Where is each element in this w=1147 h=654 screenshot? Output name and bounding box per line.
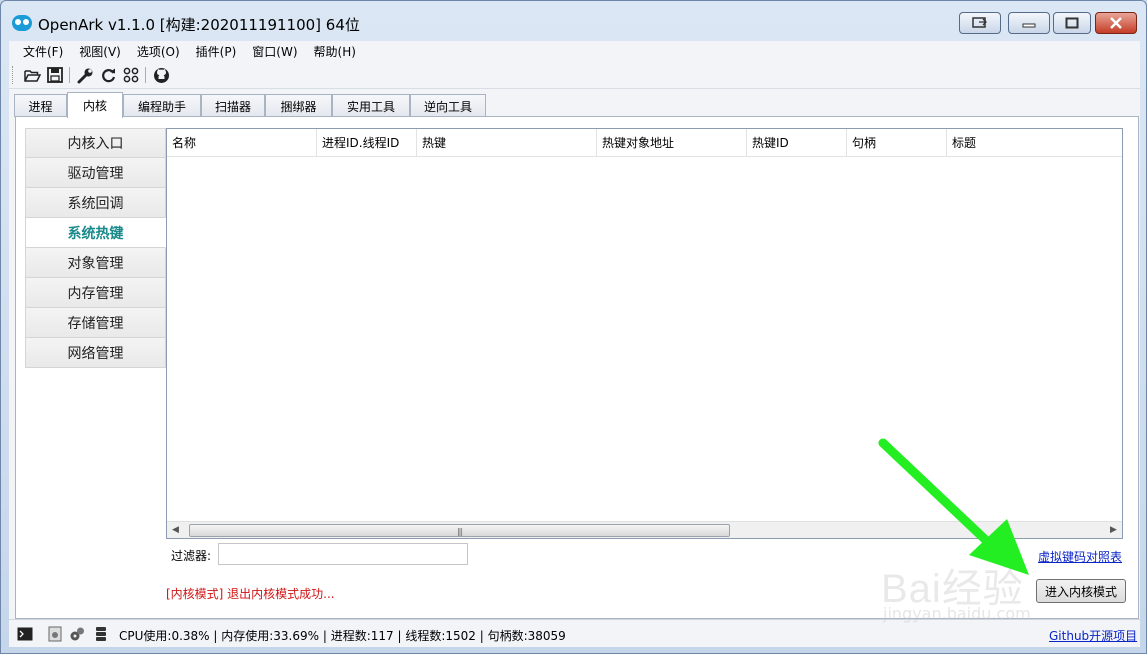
settings-button[interactable]	[47, 626, 63, 642]
settings-button[interactable]	[76, 66, 94, 84]
filter-label: 过滤器:	[171, 549, 212, 563]
github-project-link[interactable]: Github开源项目	[1049, 627, 1137, 644]
side-item-system-callbacks[interactable]: 系统回调	[25, 188, 166, 218]
menu-bar: 文件(F) 视图(V) 选项(O) 插件(P) 窗口(W) 帮助(H)	[9, 41, 1140, 61]
grid-icon	[123, 67, 139, 83]
column-header-hotkey-id[interactable]: 热键ID	[747, 129, 847, 157]
toolbar	[9, 61, 1140, 89]
side-item-network-manager[interactable]: 网络管理	[25, 338, 166, 368]
grid-button[interactable]	[122, 66, 140, 84]
menu-view[interactable]: 视图(V)	[71, 43, 129, 60]
app-logo-icon	[12, 15, 32, 31]
watermark-sub-text: jingyan.baidu.com	[883, 604, 1031, 623]
tab-utilities[interactable]: 实用工具	[332, 94, 410, 117]
grip-icon: |||	[456, 527, 463, 536]
kernel-side-nav: 内核入口 驱动管理 系统回调 系统热键 对象管理 内存管理 存储管理 网络管理	[25, 128, 166, 368]
column-header-title[interactable]: 标题	[947, 129, 1124, 157]
column-header-pid-tid[interactable]: 进程ID.线程ID	[317, 129, 417, 157]
system-stats-text: CPU使用:0.38% | 内存使用:33.69% | 进程数:117 | 线程…	[119, 629, 566, 643]
filter-input[interactable]	[218, 543, 468, 565]
menu-plugins[interactable]: 插件(P)	[188, 43, 245, 60]
column-header-name[interactable]: 名称	[167, 129, 317, 157]
window-title: OpenArk v1.1.0 [构建:202011191100] 64位	[38, 16, 360, 34]
console-icon	[17, 627, 33, 641]
toolbar-separator	[145, 67, 146, 83]
scroll-right-icon[interactable]: ▶	[1105, 522, 1122, 538]
minimize-button[interactable]	[1008, 12, 1050, 34]
menu-file[interactable]: 文件(F)	[15, 43, 71, 60]
open-folder-button[interactable]	[23, 66, 41, 84]
column-header-handle[interactable]: 句柄	[847, 129, 947, 157]
tab-process[interactable]: 进程	[14, 94, 67, 117]
tools-button[interactable]	[69, 626, 85, 642]
scrollbar-thumb[interactable]: |||	[189, 524, 730, 537]
scroll-left-icon[interactable]: ◀	[167, 522, 184, 538]
database-icon	[96, 627, 106, 641]
tab-coding-helper[interactable]: 编程助手	[123, 94, 201, 117]
side-item-kernel-entry[interactable]: 内核入口	[25, 128, 166, 158]
refresh-button[interactable]	[99, 66, 117, 84]
title-bar: OpenArk v1.1.0 [构建:202011191100] 64位	[1, 1, 1146, 41]
column-header-hotkey-object-address[interactable]: 热键对象地址	[597, 129, 747, 157]
side-item-system-hotkeys[interactable]: 系统热键	[25, 218, 166, 248]
storage-button[interactable]	[93, 626, 109, 642]
toolbar-separator	[69, 67, 70, 83]
console-button[interactable]	[17, 626, 33, 642]
maximize-icon	[1065, 17, 1079, 29]
tab-bundler[interactable]: 捆绑器	[265, 94, 332, 117]
toolbar-grip	[12, 66, 15, 84]
file-gear-icon	[48, 626, 62, 642]
close-button[interactable]	[1095, 12, 1137, 34]
menu-help[interactable]: 帮助(H)	[306, 43, 364, 60]
tab-scanner[interactable]: 扫描器	[201, 94, 265, 117]
kernel-status-message: [内核模式] 退出内核模式成功...	[166, 587, 335, 601]
open-folder-icon	[23, 69, 41, 82]
side-item-driver-manager[interactable]: 驱动管理	[25, 158, 166, 188]
restore-icon	[972, 17, 987, 28]
github-button[interactable]	[152, 66, 170, 84]
annotation-arrow-icon	[878, 438, 1029, 575]
tab-kernel[interactable]: 内核	[67, 92, 123, 118]
save-icon	[47, 67, 63, 83]
list-header: 名称 进程ID.线程ID 热键 热键对象地址 热键ID 句柄 标题	[167, 129, 1122, 157]
side-item-memory-manager[interactable]: 内存管理	[25, 278, 166, 308]
tab-reverse-tools[interactable]: 逆向工具	[410, 94, 486, 117]
column-header-hotkey[interactable]: 热键	[417, 129, 597, 157]
side-item-storage-manager[interactable]: 存储管理	[25, 308, 166, 338]
gears-icon	[70, 627, 84, 641]
github-icon	[153, 67, 169, 83]
window-extra-button[interactable]	[959, 12, 1001, 34]
openark-window: OpenArk v1.1.0 [构建:202011191100] 64位 文件(…	[0, 0, 1147, 654]
wrench-icon	[77, 68, 92, 83]
close-icon	[1110, 17, 1122, 29]
maximize-button[interactable]	[1053, 12, 1091, 34]
side-item-object-manager[interactable]: 对象管理	[25, 248, 166, 278]
menu-window[interactable]: 窗口(W)	[244, 43, 305, 60]
refresh-icon	[101, 68, 115, 82]
save-button[interactable]	[46, 66, 64, 84]
minimize-icon	[1022, 23, 1036, 28]
menu-options[interactable]: 选项(O)	[129, 43, 188, 60]
